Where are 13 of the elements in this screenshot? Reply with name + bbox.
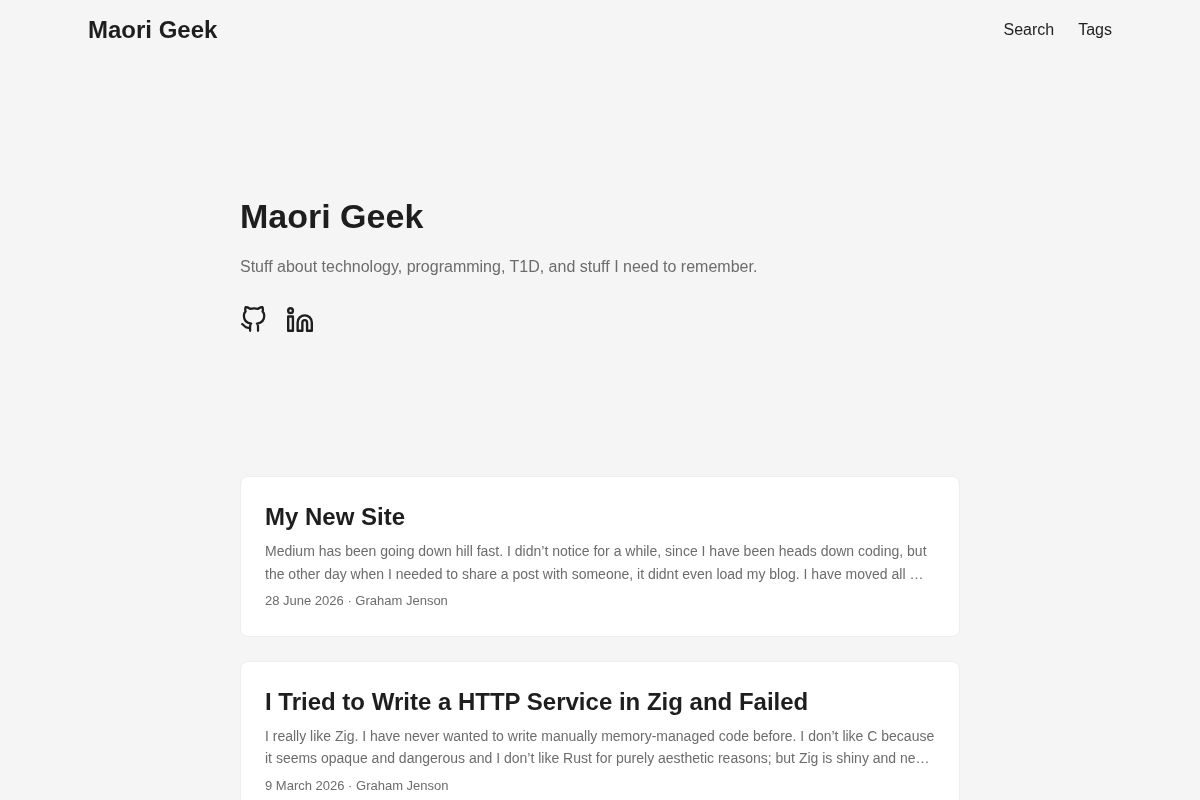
post-summary: I really like Zig. I have never wanted to write manually memory-managed code before. I don’t like C because it seems opaque and dangerous and I don’t like Rust for purely aesthetic reasons; but Zig is shiny and ne…	[265, 726, 935, 769]
post-summary: Medium has been going down hill fast. I didn’t notice for a while, since I have been heads down coding, but the other day when I needed to share a post with someone, it didnt even load my blog. I have moved all …	[265, 542, 928, 584]
nav-link[interactable]: Tags	[1078, 18, 1112, 42]
post-meta: 9 March 2026 · Graham Jenson	[265, 776, 449, 795]
github-icon[interactable]	[241, 306, 266, 333]
linkedin-icon[interactable]	[287, 306, 313, 332]
post-title: My New Site	[265, 502, 406, 532]
site-tagline: Stuff about technology, programming, T1D, and stuff I need to remember.	[240, 256, 758, 277]
post-meta: 28 June 2026 · Graham Jenson	[265, 591, 448, 610]
post-title: I Tried to Write a HTTP Service in Zig and Failed	[265, 686, 809, 717]
nav-link[interactable]: Search	[1003, 18, 1055, 42]
site-logo-link[interactable]: Maori Geek	[88, 15, 218, 45]
site-title: Maori Geek	[240, 195, 424, 237]
